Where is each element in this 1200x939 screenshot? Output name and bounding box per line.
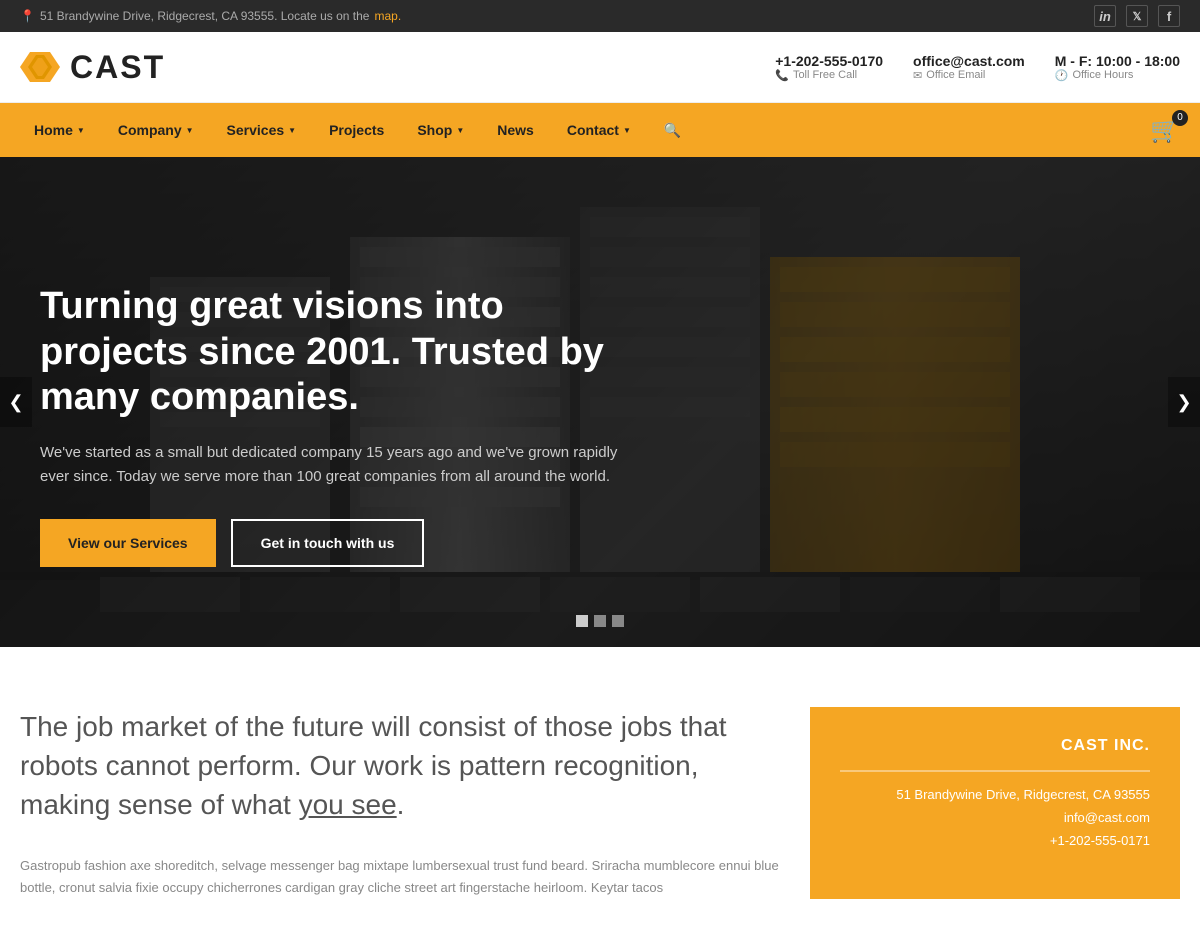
hero-prev-button[interactable]: ❮ (0, 377, 32, 427)
contact-info: +1-202-555-0170 📞 Toll Free Call office@… (775, 53, 1180, 82)
hero-dot-1[interactable] (576, 615, 588, 627)
sidebar-divider (840, 770, 1150, 772)
nav-search[interactable]: 🔍 (650, 103, 695, 157)
main-nav: Home ▼ Company ▼ Services ▼ Projects Sho… (0, 103, 1200, 157)
social-links: in 𝕏 f (1094, 5, 1180, 27)
logo-text: CAST (70, 49, 165, 86)
nav-projects[interactable]: Projects (315, 103, 398, 157)
nav-company[interactable]: Company ▼ (104, 103, 208, 157)
cart-badge: 0 (1172, 110, 1188, 126)
phone-number: +1-202-555-0170 (775, 53, 883, 69)
sidebar-email: info@cast.com (840, 810, 1150, 825)
big-text-link[interactable]: you see (299, 789, 397, 820)
hero-dot-3[interactable] (612, 615, 624, 627)
twitter-icon[interactable]: 𝕏 (1126, 5, 1148, 27)
map-link[interactable]: map. (374, 9, 401, 23)
logo[interactable]: CAST (20, 47, 165, 87)
nav-news[interactable]: News (483, 103, 548, 157)
sidebar-address: 51 Brandywine Drive, Ridgecrest, CA 9355… (840, 787, 1150, 802)
site-header: CAST +1-202-555-0170 📞 Toll Free Call of… (0, 32, 1200, 103)
hours-label: 🕐 Office Hours (1055, 69, 1134, 82)
hero-dot-2[interactable] (594, 615, 606, 627)
email-icon: ✉ (913, 69, 922, 82)
big-text: The job market of the future will consis… (20, 707, 780, 825)
hero-dots (576, 615, 624, 627)
content-left: The job market of the future will consis… (20, 707, 780, 899)
contact-button[interactable]: Get in touch with us (231, 519, 425, 567)
office-hours: M - F: 10:00 - 18:00 (1055, 53, 1180, 69)
pin-icon: 📍 (20, 9, 35, 23)
content-section: The job market of the future will consis… (0, 647, 1200, 939)
nav-cart: 🛒 0 (1150, 116, 1180, 145)
left-arrow-icon: ❮ (8, 392, 23, 413)
address-text: 51 Brandywine Drive, Ridgecrest, CA 9355… (40, 9, 370, 23)
phone-icon: 📞 (775, 69, 789, 82)
top-bar-address: 📍 51 Brandywine Drive, Ridgecrest, CA 93… (20, 9, 401, 23)
hero-subtitle: We've started as a small but dedicated c… (40, 441, 620, 489)
email-label: ✉ Office Email (913, 69, 985, 82)
hero-section: ❮ Turning great visions into projects si… (0, 157, 1200, 647)
nav-items: Home ▼ Company ▼ Services ▼ Projects Sho… (20, 103, 695, 157)
facebook-icon[interactable]: f (1158, 5, 1180, 27)
big-text-part2: . (397, 789, 405, 820)
contact-arrow: ▼ (623, 126, 631, 135)
hours-contact: M - F: 10:00 - 18:00 🕐 Office Hours (1055, 53, 1180, 82)
email-address: office@cast.com (913, 53, 1025, 69)
hero-buttons: View our Services Get in touch with us (40, 519, 620, 567)
nav-shop[interactable]: Shop ▼ (403, 103, 478, 157)
home-arrow: ▼ (77, 126, 85, 135)
services-arrow: ▼ (288, 126, 296, 135)
sidebar-phone: +1-202-555-0171 (840, 833, 1150, 848)
linkedin-icon[interactable]: in (1094, 5, 1116, 27)
email-contact: office@cast.com ✉ Office Email (913, 53, 1025, 82)
small-text: Gastropub fashion axe shoreditch, selvag… (20, 855, 780, 899)
phone-label: 📞 Toll Free Call (775, 69, 857, 82)
sidebar-card: CAST INC. 51 Brandywine Drive, Ridgecres… (810, 707, 1180, 899)
logo-icon (20, 47, 60, 87)
cart-button[interactable]: 🛒 0 (1150, 116, 1180, 145)
company-name: CAST INC. (840, 737, 1150, 755)
right-arrow-icon: ❯ (1176, 392, 1191, 413)
company-arrow: ▼ (186, 126, 194, 135)
view-services-button[interactable]: View our Services (40, 519, 216, 567)
nav-services[interactable]: Services ▼ (213, 103, 311, 157)
hero-title: Turning great visions into projects sinc… (40, 284, 620, 421)
search-icon: 🔍 (664, 122, 681, 139)
nav-contact[interactable]: Contact ▼ (553, 103, 645, 157)
hero-content: Turning great visions into projects sinc… (40, 284, 620, 567)
top-bar: 📍 51 Brandywine Drive, Ridgecrest, CA 93… (0, 0, 1200, 32)
hero-next-button[interactable]: ❯ (1168, 377, 1200, 427)
shop-arrow: ▼ (456, 126, 464, 135)
nav-home[interactable]: Home ▼ (20, 103, 99, 157)
clock-icon: 🕐 (1055, 69, 1069, 82)
phone-contact: +1-202-555-0170 📞 Toll Free Call (775, 53, 883, 82)
